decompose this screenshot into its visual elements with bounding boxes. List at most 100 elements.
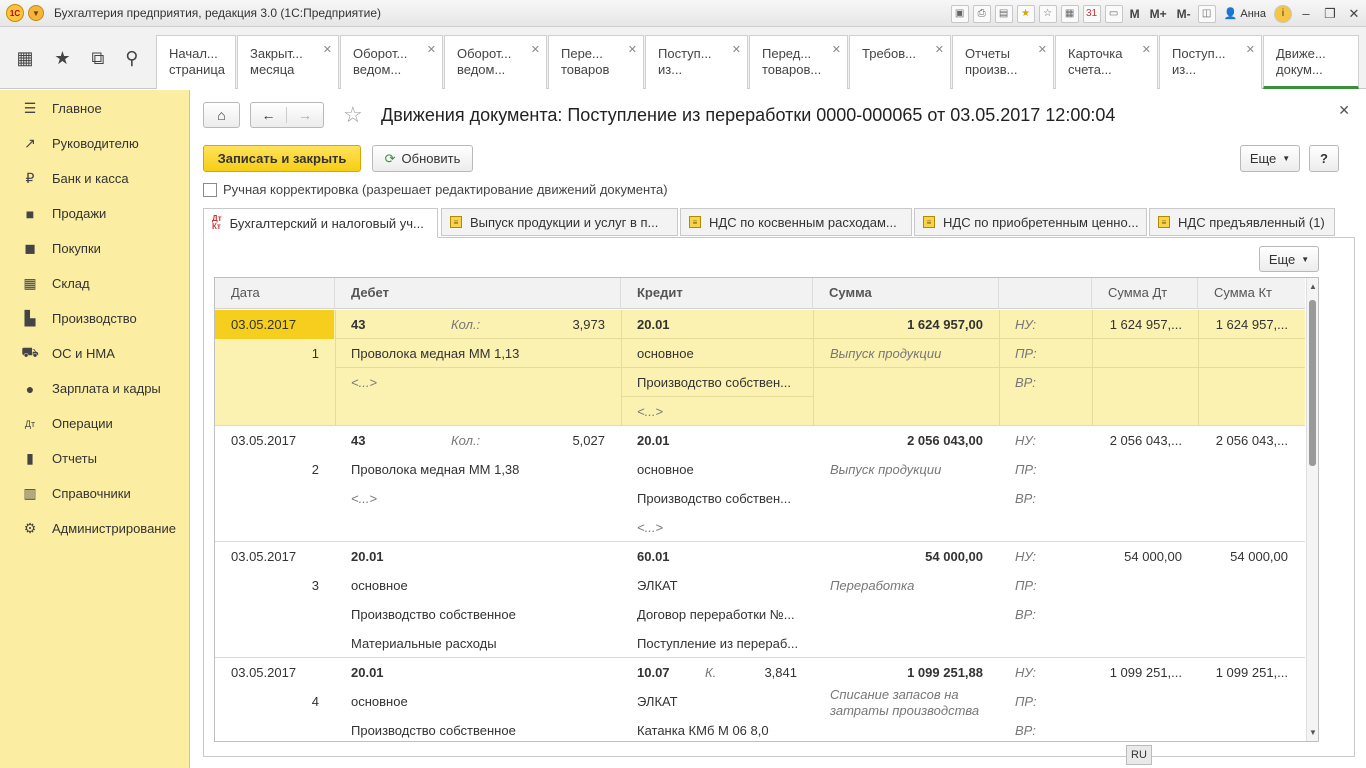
header-type[interactable]	[999, 278, 1092, 309]
row-sum[interactable]: 2 056 043,00	[813, 426, 983, 455]
row-content-line2[interactable]: затраты производства	[830, 703, 995, 719]
open-tab-receipt-2[interactable]: Поступ... из... ✕	[1159, 35, 1262, 89]
credit-subconto-3[interactable]: <...>	[637, 513, 807, 542]
close-tab-icon[interactable]: ✕	[628, 42, 637, 58]
user-name[interactable]: 👤 Анна	[1224, 7, 1266, 20]
close-tab-icon[interactable]: ✕	[323, 42, 332, 58]
close-tab-icon[interactable]: ✕	[832, 42, 841, 58]
restore-button[interactable]: ❐	[1318, 6, 1342, 22]
credit-account[interactable]: 60.01	[637, 542, 697, 571]
open-tab-account-card[interactable]: Карточка счета... ✕	[1055, 35, 1158, 89]
debit-subconto-2[interactable]: <...>	[351, 484, 611, 513]
row-content[interactable]: Переработка	[830, 571, 995, 600]
row-sum[interactable]: 1 624 957,00	[813, 310, 983, 339]
forward-arrow-icon[interactable]: →	[287, 107, 323, 123]
close-tab-icon[interactable]: ✕	[531, 42, 540, 58]
sidebar-item-administration[interactable]: ⚙ Администрирование	[0, 511, 189, 546]
debit-subconto-2[interactable]: Производство собственное	[351, 716, 611, 741]
memory-plus-button[interactable]: M+	[1150, 7, 1167, 21]
favorites-add-icon[interactable]: ★	[1016, 4, 1035, 23]
open-tab-receipt-1[interactable]: Поступ... из... ✕	[645, 35, 748, 89]
debit-subconto-1[interactable]: Проволока медная ММ 1,13	[351, 339, 611, 368]
credit-subconto-1[interactable]: основное	[637, 455, 807, 484]
save-and-close-button[interactable]: Записать и закрыть	[203, 145, 361, 172]
open-tab-start-page[interactable]: Начал... страница	[156, 35, 236, 89]
open-tab-requirement[interactable]: Требов... ✕	[849, 35, 951, 89]
tab-production-output[interactable]: ≡ Выпуск продукции и услуг в п...	[441, 208, 678, 236]
header-sum-dt[interactable]: Сумма Дт	[1092, 278, 1198, 309]
row-sum-dt[interactable]: 54 000,00	[1092, 542, 1182, 571]
credit-subconto-1[interactable]: основное	[637, 339, 807, 368]
refresh-button[interactable]: ⟳ Обновить	[372, 145, 473, 172]
credit-subconto-1[interactable]: ЭЛКАТ	[637, 571, 807, 600]
row-sum-kt[interactable]: 1 099 251,...	[1198, 658, 1288, 687]
debit-subconto-2[interactable]: <...>	[351, 368, 611, 397]
save-icon[interactable]: ▣	[950, 4, 969, 23]
header-credit[interactable]: Кредит	[621, 278, 813, 309]
favorites-star-icon[interactable]: ★	[54, 48, 70, 69]
credit-subconto-2[interactable]: Производство собствен...	[637, 368, 807, 397]
header-sum-kt[interactable]: Сумма Кт	[1198, 278, 1305, 309]
row-content[interactable]: Выпуск продукции	[830, 339, 995, 368]
close-tab-icon[interactable]: ✕	[935, 42, 944, 58]
credit-subconto-2[interactable]: Производство собствен...	[637, 484, 807, 513]
table-more-button[interactable]: Еще ▼	[1259, 246, 1319, 272]
credit-account[interactable]: 20.01	[637, 426, 697, 455]
tab-vat-presented[interactable]: ≡ НДС предъявленный (1)	[1149, 208, 1335, 236]
credit-subconto-3[interactable]: Поступление из перераб...	[637, 629, 807, 658]
app-logo-icon[interactable]: 1С	[6, 4, 24, 22]
sidebar-item-salary[interactable]: ● Зарплата и кадры	[0, 371, 189, 406]
sidebar-item-fixed-assets[interactable]: ⛟ ОС и НМА	[0, 336, 189, 371]
debit-account[interactable]: 43	[351, 310, 431, 339]
scroll-up-icon[interactable]: ▲	[1309, 282, 1317, 291]
credit-subconto-2[interactable]: Катанка КМб М 06 8,0	[637, 716, 807, 741]
open-tab-reports[interactable]: Отчеты произв... ✕	[952, 35, 1054, 89]
sidebar-item-warehouse[interactable]: ▦ Склад	[0, 266, 189, 301]
debit-subconto-3[interactable]: Материальные расходы	[351, 629, 611, 658]
minimize-button[interactable]: ‒	[1294, 6, 1318, 21]
row-content[interactable]: Выпуск продукции	[830, 455, 995, 484]
calendar-icon[interactable]: 31	[1082, 4, 1101, 23]
apps-grid-icon[interactable]: ▦	[16, 48, 33, 69]
close-tab-icon[interactable]: ✕	[1246, 42, 1255, 58]
credit-qty[interactable]: 3,841	[735, 658, 797, 687]
row-sum-dt[interactable]: 2 056 043,...	[1092, 426, 1182, 455]
row-sum[interactable]: 54 000,00	[813, 542, 983, 571]
debit-qty[interactable]: 3,973	[515, 310, 605, 339]
open-tab-turnover-2[interactable]: Оборот... ведом... ✕	[444, 35, 547, 89]
table-row[interactable]: 03.05.2017 1 43 Кол.: 3,973 Проволока ме…	[215, 310, 1305, 426]
close-window-button[interactable]: ✕	[1342, 6, 1366, 22]
vertical-scrollbar[interactable]: ▲ ▼	[1306, 278, 1318, 741]
open-tab-close-month[interactable]: Закрыт... месяца ✕	[237, 35, 339, 89]
open-tab-turnover-1[interactable]: Оборот... ведом... ✕	[340, 35, 443, 89]
header-debit[interactable]: Дебет	[335, 278, 621, 309]
table-row[interactable]: 03.05.2017 2 43 Кол.: 5,027 Проволока ме…	[215, 426, 1305, 542]
sidebar-item-operations[interactable]: Дт Операции	[0, 406, 189, 441]
close-form-icon[interactable]: ✕	[1338, 102, 1350, 119]
memory-minus-button[interactable]: M-	[1177, 7, 1191, 21]
debit-subconto-1[interactable]: Проволока медная ММ 1,38	[351, 455, 611, 484]
panel-layout-icon[interactable]: ◫	[1197, 4, 1216, 23]
sidebar-item-manager[interactable]: ↗ Руководителю	[0, 126, 189, 161]
sidebar-item-sales[interactable]: ■ Продажи	[0, 196, 189, 231]
credit-subconto-1[interactable]: ЭЛКАТ	[637, 687, 807, 716]
favorites-icon[interactable]: ☆	[1038, 4, 1057, 23]
info-icon[interactable]: i	[1274, 4, 1292, 23]
tab-accounting[interactable]: Дт Кт Бухгалтерский и налоговый уч...	[203, 208, 438, 238]
debit-subconto-1[interactable]: основное	[351, 571, 611, 600]
close-tab-icon[interactable]: ✕	[1038, 42, 1047, 58]
sidebar-item-catalogs[interactable]: ▥ Справочники	[0, 476, 189, 511]
main-menu-icon[interactable]: ▼	[28, 5, 44, 21]
open-tab-document-movements[interactable]: Движе... докум...	[1263, 35, 1359, 89]
row-sum[interactable]: 1 099 251,88	[813, 658, 983, 687]
back-arrow-icon[interactable]: ←	[251, 107, 287, 123]
credit-subconto-2[interactable]: Договор переработки №...	[637, 600, 807, 629]
debit-subconto-2[interactable]: Производство собственное	[351, 600, 611, 629]
preview-icon[interactable]: ▤	[994, 4, 1013, 23]
sidebar-item-reports[interactable]: ▮ Отчеты	[0, 441, 189, 476]
sidebar-item-bank[interactable]: ₽ Банк и касса	[0, 161, 189, 196]
debit-account[interactable]: 20.01	[351, 658, 431, 687]
language-indicator[interactable]: RU	[1126, 745, 1152, 765]
row-date[interactable]: 03.05.2017	[231, 658, 331, 687]
home-button[interactable]: ⌂	[203, 102, 240, 128]
